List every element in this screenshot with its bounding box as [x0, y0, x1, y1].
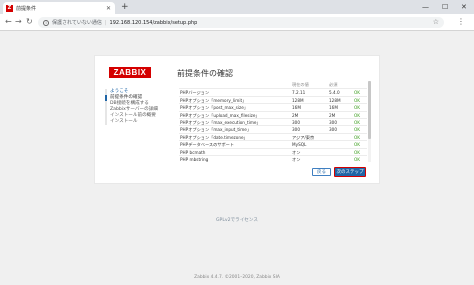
- status-ok: OK: [354, 105, 361, 111]
- new-tab-button[interactable]: +: [121, 1, 129, 13]
- required-value: 5.4.0: [329, 90, 340, 96]
- table-row: PHP bcmath オン OK: [179, 147, 367, 155]
- url-separator: |: [104, 19, 107, 26]
- table-header: 現在の値 必須: [179, 81, 367, 88]
- requirement-name: PHP bcmath: [180, 149, 206, 155]
- table-row: PHPデータベースのサポート MySQL OK: [179, 140, 367, 147]
- status-ok: OK: [354, 142, 361, 148]
- table-row: PHPオプション「max_execution_time」 300 300 OK: [179, 117, 367, 125]
- status-ok: OK: [354, 134, 361, 140]
- requirement-name: PHPデータベースのサポート: [180, 142, 235, 148]
- scrollbar-thumb[interactable]: [368, 81, 371, 139]
- required-value: [329, 134, 354, 140]
- browser-tab-bar: Z 前提条件 ✕ + — ☐ ✕: [0, 0, 474, 14]
- status-ok: OK: [354, 90, 361, 96]
- required-value: 16M: [329, 105, 338, 111]
- license-link[interactable]: GPLv2でライセンス: [0, 217, 474, 223]
- table-row: PHPオプション「max_input_time」 300 300 OK: [179, 125, 367, 132]
- table-scrollbar[interactable]: [368, 81, 371, 162]
- required-value: 2M: [329, 112, 336, 118]
- required-value: 300: [329, 127, 337, 133]
- table-row: PHPオプション「date.timezone」 アジア/東京 OK: [179, 132, 367, 140]
- required-value: [329, 156, 354, 162]
- url-text: 192.168.120.154/zabbix/setup.php: [109, 19, 198, 26]
- close-window-button[interactable]: ✕: [461, 1, 467, 13]
- bookmark-star-icon[interactable]: ☆: [433, 17, 439, 28]
- table-row: PHP mbstring オン OK: [179, 154, 367, 162]
- header-current-value: 現在の値: [292, 82, 309, 87]
- setup-steps: ようこそ 前提条件の確認 DB接続を構成する Zabbixサーバーの詳細 インス…: [105, 89, 175, 125]
- current-value: MySQL: [292, 142, 307, 148]
- step-install: インストール: [110, 119, 138, 124]
- current-value: 300: [292, 119, 300, 125]
- requirement-name: PHPオプション「max_input_time」: [180, 127, 252, 133]
- requirement-name: PHPオプション「memory_limit」: [180, 97, 247, 103]
- required-value: [329, 141, 354, 147]
- current-value: 300: [292, 127, 300, 133]
- not-secure-label: 保護されていない通信: [52, 20, 102, 26]
- prerequisites-table: 現在の値 必須 PHPバージョン 7.2.11 5.4.0 OK PHPオプション「me…: [179, 81, 367, 162]
- tab-title: 前提条件: [16, 5, 37, 12]
- back-button[interactable]: 戻る: [312, 168, 331, 176]
- current-value: 2M: [292, 112, 299, 118]
- setup-panel: ZABBIX ようこそ 前提条件の確認 DB接続を構成する Zabbixサーバー…: [94, 55, 380, 184]
- requirement-name: PHP mbstring: [180, 156, 209, 162]
- zabbix-logo: ZABBIX: [109, 67, 151, 78]
- status-ok: OK: [354, 127, 361, 133]
- footer-copyright: Zabbix 4.4.7. ©2001–2020, Zabbix SIA: [194, 275, 280, 280]
- required-value: [329, 149, 354, 155]
- back-arrow-icon[interactable]: ←: [5, 17, 12, 27]
- status-ok: OK: [354, 156, 361, 162]
- table-row: PHPオプション「post_max_size」 16M 16M OK: [179, 103, 367, 110]
- current-value: アジア/東京: [292, 134, 315, 140]
- status-ok: OK: [354, 112, 361, 118]
- requirement-name: PHPバージョン: [180, 90, 210, 96]
- page-title: 前提条件の確認: [177, 69, 233, 78]
- maximize-button[interactable]: ☐: [442, 1, 448, 13]
- requirement-name: PHPオプション「max_execution_time」: [180, 119, 261, 125]
- status-ok: OK: [354, 97, 361, 103]
- table-row: PHPオプション「upload_max_filesize」 2M 2M OK: [179, 110, 367, 118]
- zabbix-favicon-icon: Z: [6, 4, 13, 12]
- info-icon[interactable]: i: [43, 19, 49, 26]
- current-value: オン: [292, 156, 301, 162]
- table-row: PHPバージョン 7.2.11 5.4.0 OK: [179, 88, 367, 95]
- minimize-button[interactable]: —: [422, 1, 429, 13]
- requirement-name: PHPオプション「date.timezone」: [180, 134, 248, 140]
- required-value: 300: [329, 119, 337, 125]
- required-value: 128M: [329, 97, 341, 103]
- requirement-name: PHPオプション「post_max_size」: [180, 105, 248, 111]
- current-value: 7.2.11: [292, 90, 306, 96]
- forward-arrow-icon[interactable]: →: [15, 17, 22, 27]
- browser-toolbar: ← → ↻ i 保護されていない通信 | 192.168.120.154/zab…: [0, 14, 474, 31]
- header-required: 必須: [329, 82, 338, 87]
- browser-tab[interactable]: Z 前提条件 ✕: [3, 2, 115, 14]
- browser-menu-icon[interactable]: ⋮: [457, 16, 465, 28]
- table-row: PHPオプション「memory_limit」 128M 128M OK: [179, 95, 367, 103]
- current-value: オン: [292, 149, 301, 155]
- requirement-name: PHPオプション「upload_max_filesize」: [180, 112, 260, 118]
- reload-icon[interactable]: ↻: [26, 17, 33, 27]
- current-value: 128M: [292, 97, 304, 103]
- next-step-button[interactable]: 次のステップ: [334, 167, 366, 177]
- header-cell: [354, 81, 367, 88]
- status-ok: OK: [354, 119, 361, 125]
- address-bar[interactable]: i 保護されていない通信 | 192.168.120.154/zabbix/se…: [38, 17, 444, 28]
- status-ok: OK: [354, 149, 361, 155]
- tab-close-icon[interactable]: ✕: [106, 5, 111, 12]
- current-value: 16M: [292, 105, 301, 111]
- header-cell: [179, 81, 292, 88]
